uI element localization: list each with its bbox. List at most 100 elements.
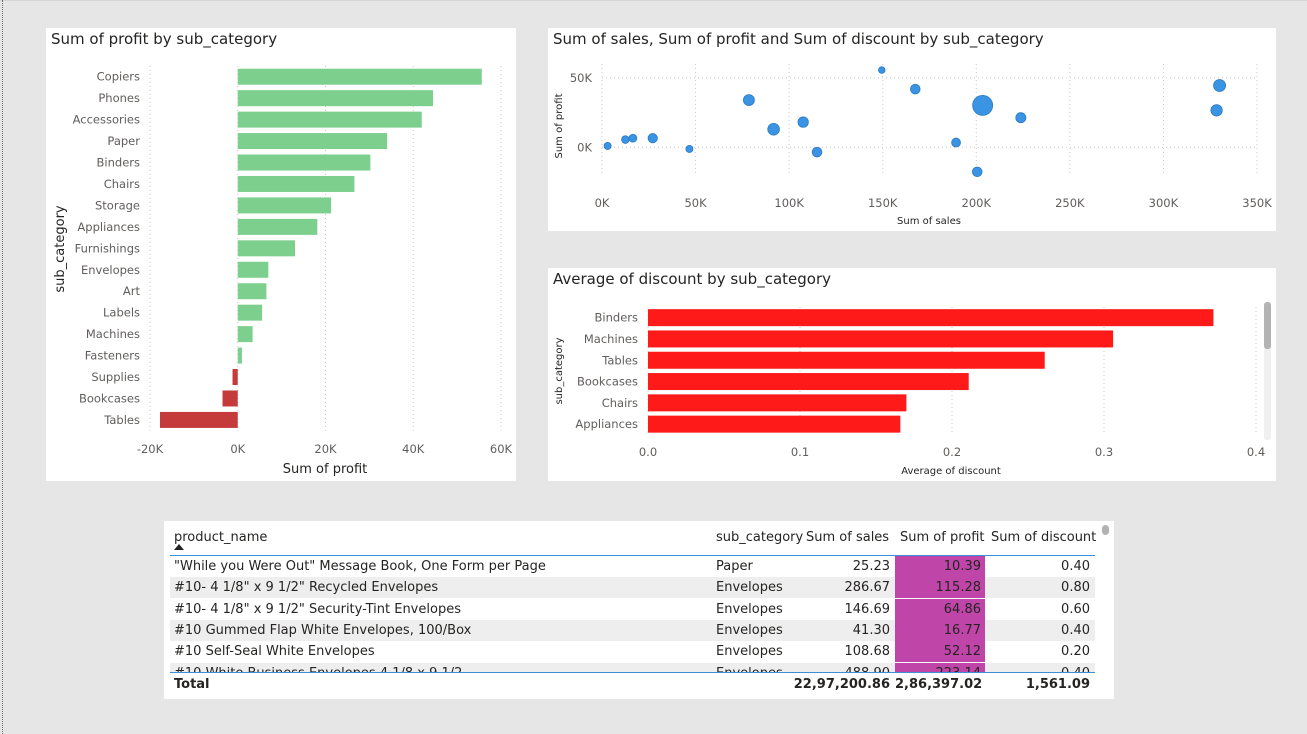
scatter-point <box>1210 104 1223 117</box>
x-tick-label: 100K <box>774 196 804 210</box>
table-scrollbar-thumb[interactable] <box>1102 525 1109 535</box>
table-row[interactable]: #10 Self-Seal White Envelopes Envelopes 10… <box>170 641 1095 663</box>
category-label: Storage <box>95 198 140 212</box>
profit-bar <box>237 68 482 85</box>
category-label: Copiers <box>97 70 140 84</box>
profit-bar <box>237 261 269 278</box>
header-sub-category[interactable]: sub_category <box>716 530 803 545</box>
header-sum-of-profit[interactable]: Sum of profit <box>900 530 985 545</box>
table-header: product_name sub_category Sum of sales S… <box>170 527 1096 556</box>
x-tick-label: 350K <box>1242 196 1272 210</box>
scatter-point <box>878 66 886 74</box>
category-label: Tables <box>601 353 638 367</box>
y-axis-title: Sum of profit <box>554 93 565 158</box>
x-tick-label: 20K <box>314 442 337 456</box>
profit-bar <box>237 240 296 257</box>
discount-bar-chart: 0.0 0.1 0.2 0.3 0.4 Binders Machines Tables Book… <box>554 307 1265 477</box>
category-label: Phones <box>98 91 140 105</box>
cell-sub-category: Envelopes <box>716 622 783 638</box>
cell-sum-of-sales: 108.68 <box>844 644 891 660</box>
profit-bar <box>159 411 238 428</box>
cell-sum-of-discount: 0.60 <box>1061 601 1090 617</box>
x-tick-label: 200K <box>962 196 992 210</box>
scatter-point <box>951 137 961 148</box>
table-row[interactable]: "While you Were Out" Message Book, One F… <box>170 556 1095 577</box>
y-axis-title: sub_category <box>53 205 68 293</box>
discount-chart-scrollbar-thumb[interactable] <box>1264 302 1271 349</box>
x-tick-label: 300K <box>1149 196 1179 210</box>
scatter-point <box>767 122 780 136</box>
cell-sum-of-profit: 16.77 <box>943 622 981 638</box>
scatter-point <box>971 166 983 178</box>
cell-product-name: #10- 4 1/8" x 9 1/2" Recycled Envelopes <box>174 580 439 596</box>
scatter-point <box>628 133 638 143</box>
scatter-point <box>972 94 994 116</box>
canvas-left-edge <box>2 0 3 734</box>
cell-sum-of-profit: 115.28 <box>935 580 982 596</box>
x-axis-title: Average of discount <box>901 466 1001 477</box>
profit-bar <box>237 175 355 192</box>
profit-bar <box>232 369 238 386</box>
x-tick-label: 250K <box>1055 196 1085 210</box>
cell-sum-of-sales: 25.23 <box>852 559 890 574</box>
scatter-point <box>647 133 658 144</box>
category-label: Bookcases <box>79 391 140 405</box>
profit-bar-chart-panel[interactable]: Sum of profit by sub_category -20K 0K 20K 4… <box>46 28 516 481</box>
profit-bar <box>237 111 422 128</box>
category-label: Tables <box>103 413 140 427</box>
y-tick-label: 50K <box>570 71 593 85</box>
total-sales: 22,97,200.86 <box>793 677 890 692</box>
sort-ascending-icon[interactable] <box>174 544 184 550</box>
category-label: Bookcases <box>577 375 638 389</box>
cell-sum-of-sales: 41.30 <box>852 622 890 638</box>
category-label: Binders <box>595 311 638 325</box>
cell-sum-of-profit: 52.12 <box>943 644 981 660</box>
x-tick-label: -20K <box>137 442 164 456</box>
category-label: Chairs <box>602 396 638 410</box>
scatter-point <box>797 116 809 128</box>
category-label: Chairs <box>104 177 140 191</box>
category-label: Machines <box>86 327 140 341</box>
x-tick-label: 0.2 <box>943 445 961 459</box>
category-label: Machines <box>584 332 638 346</box>
cell-product-name: "While you Were Out" Message Book, One F… <box>174 559 546 574</box>
scatter-chart-panel[interactable]: Sum of sales, Sum of profit and Sum of d… <box>548 28 1276 231</box>
y-tick-label: 0K <box>577 140 592 154</box>
category-label: Labels <box>103 306 140 320</box>
table-body: "While you Were Out" Message Book, One F… <box>170 556 1095 673</box>
y-axis-title: sub_category <box>554 337 565 404</box>
header-sum-of-sales[interactable]: Sum of sales <box>806 530 889 545</box>
discount-bar <box>648 394 907 412</box>
x-axis-title: Sum of sales <box>897 216 961 227</box>
x-tick-label: 60K <box>490 442 513 456</box>
x-tick-label: 0.1 <box>791 445 809 459</box>
scatter-point <box>685 144 694 153</box>
header-product-name[interactable]: product_name <box>174 530 267 545</box>
scatter-point <box>603 141 612 150</box>
cell-sum-of-profit: 64.86 <box>943 601 981 617</box>
table-row[interactable]: #10- 4 1/8" x 9 1/2" Security-Tint Envel… <box>170 598 1095 620</box>
x-tick-label: 0K <box>230 442 245 456</box>
cell-sum-of-profit: 10.39 <box>943 559 981 574</box>
discount-bar-chart-panel[interactable]: Average of discount by sub_category 0.0 0… <box>548 268 1276 481</box>
profit-bar <box>222 390 238 407</box>
table-row[interactable]: #10 Gummed Flap White Envelopes, 100/Box… <box>170 619 1095 641</box>
profit-bar <box>237 154 371 171</box>
category-label: Supplies <box>91 370 140 384</box>
cell-sum-of-discount: 0.20 <box>1061 644 1090 660</box>
header-sum-of-discount[interactable]: Sum of discount <box>991 530 1096 545</box>
x-tick-label: 0.3 <box>1095 445 1113 459</box>
table-row[interactable]: #10- 4 1/8" x 9 1/2" Recycled Envelopes E… <box>170 577 1095 599</box>
cell-product-name: #10 Self-Seal White Envelopes <box>174 644 375 660</box>
x-tick-label: 50K <box>684 196 707 210</box>
cell-sub-category: Paper <box>716 559 753 574</box>
profit-bar-chart: -20K 0K 20K 40K 60K Copiers Phones Accessories P… <box>53 66 513 477</box>
cell-sub-category: Envelopes <box>716 601 783 617</box>
discount-bar <box>648 415 901 433</box>
category-label: Envelopes <box>81 263 140 277</box>
cell-sum-of-discount: 0.80 <box>1061 580 1090 596</box>
cell-product-name: #10 Gummed Flap White Envelopes, 100/Box <box>174 622 472 638</box>
profit-bar <box>237 283 267 300</box>
scatter-point <box>811 146 823 158</box>
x-tick-label: 0K <box>595 196 610 210</box>
